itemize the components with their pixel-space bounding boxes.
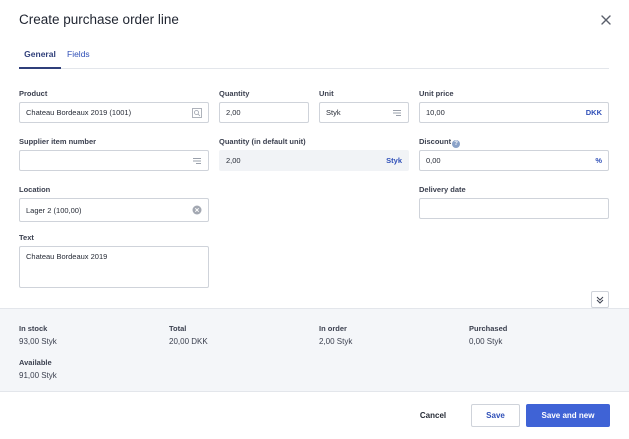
product-value: Chateau Bordeaux 2019 (1001) bbox=[26, 108, 132, 117]
location-label: Location bbox=[19, 185, 51, 194]
unit-suffix: Styk bbox=[386, 156, 402, 165]
in-order-label: In order bbox=[319, 324, 347, 333]
save-button[interactable]: Save bbox=[471, 404, 520, 427]
list-icon[interactable] bbox=[392, 108, 402, 118]
stock-summary-panel: In stock 93,00 Styk Total 20,00 DKK In o… bbox=[0, 308, 629, 392]
in-order-value: 2,00 Styk bbox=[319, 337, 353, 346]
tab-bar: General Fields bbox=[19, 48, 609, 69]
percent-suffix: % bbox=[595, 156, 602, 165]
available-label: Available bbox=[19, 358, 52, 367]
info-icon[interactable]: ? bbox=[452, 140, 461, 148]
in-stock-label: In stock bbox=[19, 324, 48, 333]
total-value: 20,00 DKK bbox=[169, 337, 208, 346]
close-icon[interactable] bbox=[599, 13, 613, 27]
quantity-label: Quantity bbox=[219, 89, 250, 98]
available-value: 91,00 Styk bbox=[19, 371, 57, 380]
tab-fields[interactable]: Fields bbox=[67, 48, 90, 60]
expand-button[interactable] bbox=[591, 291, 609, 308]
text-area[interactable]: Chateau Bordeaux 2019 bbox=[19, 246, 209, 288]
location-value: Lager 2 (100,00) bbox=[26, 205, 82, 215]
unit-price-label: Unit price bbox=[419, 89, 454, 98]
lookup-icon[interactable] bbox=[192, 107, 202, 118]
total-label: Total bbox=[169, 324, 187, 333]
product-label: Product bbox=[19, 89, 48, 98]
currency-suffix: DKK bbox=[585, 108, 602, 117]
quantity-default-unit-field: 2,00 Styk bbox=[219, 150, 409, 171]
purchased-value: 0,00 Styk bbox=[469, 337, 503, 346]
list-icon[interactable] bbox=[192, 156, 202, 166]
supplier-item-number-label: Supplier item number bbox=[19, 137, 97, 146]
purchased-label: Purchased bbox=[469, 324, 508, 333]
quantity-field[interactable]: 2,00 bbox=[219, 102, 309, 123]
unit-label: Unit bbox=[319, 89, 334, 98]
dialog-title: Create purchase order line bbox=[19, 12, 179, 27]
discount-field[interactable]: 0,00 % bbox=[419, 150, 609, 171]
delivery-date-label: Delivery date bbox=[419, 185, 466, 194]
quantity-default-unit-label: Quantity (in default unit) bbox=[219, 137, 306, 146]
delivery-date-field[interactable] bbox=[419, 198, 609, 219]
cancel-button[interactable]: Cancel bbox=[413, 404, 453, 427]
tab-general[interactable]: General bbox=[19, 48, 61, 69]
unit-value: Styk bbox=[326, 108, 341, 117]
discount-value: 0,00 bbox=[426, 156, 441, 165]
quantity-value: 2,00 bbox=[226, 108, 241, 117]
quantity-default-unit-value: 2,00 bbox=[226, 156, 241, 165]
save-and-new-button[interactable]: Save and new bbox=[526, 404, 610, 427]
double-chevron-down-icon bbox=[596, 296, 604, 304]
text-label: Text bbox=[19, 233, 34, 242]
unit-price-field[interactable]: 10,00 DKK bbox=[419, 102, 609, 123]
clear-icon[interactable] bbox=[192, 205, 202, 215]
discount-label-row: Discount? bbox=[419, 137, 461, 148]
discount-label: Discount bbox=[419, 137, 452, 146]
in-stock-value: 93,00 Styk bbox=[19, 337, 57, 346]
supplier-item-number-field[interactable] bbox=[19, 150, 209, 171]
location-field[interactable]: Lager 2 (100,00) bbox=[19, 198, 209, 222]
unit-price-value: 10,00 bbox=[426, 108, 445, 117]
unit-field[interactable]: Styk bbox=[319, 102, 409, 123]
product-field[interactable]: Chateau Bordeaux 2019 (1001) bbox=[19, 102, 209, 123]
